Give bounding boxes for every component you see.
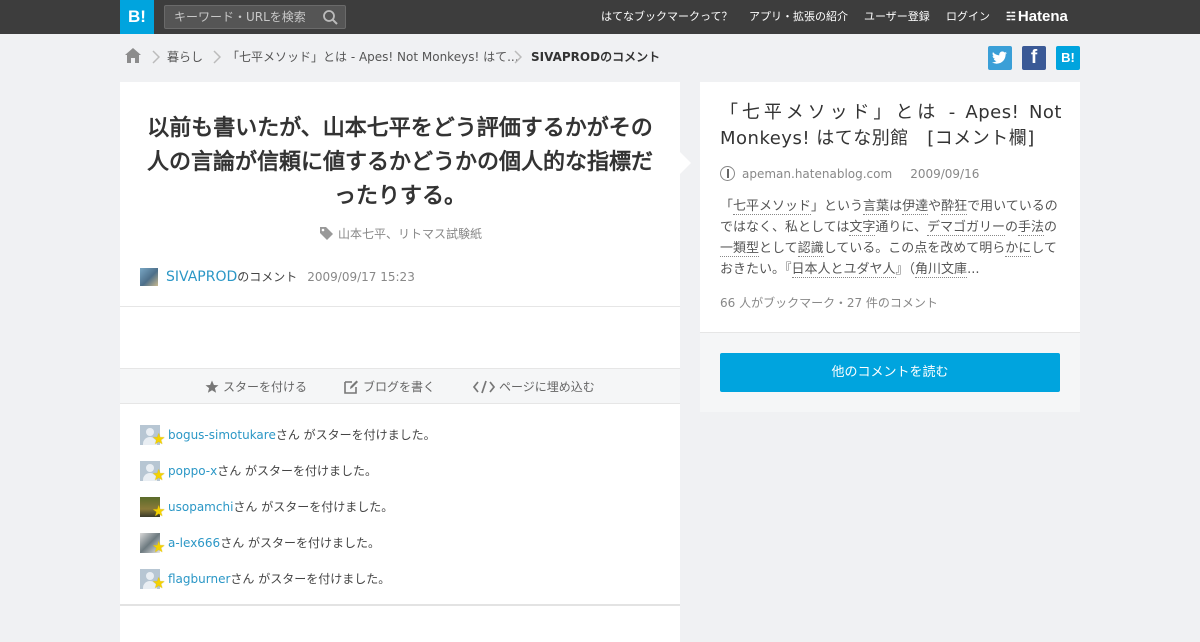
keyword-link[interactable]: デマゴガリー [927,220,1006,236]
chevron-right-icon [152,50,160,64]
facebook-icon: f [1030,47,1038,68]
search-box[interactable] [164,5,346,29]
list-item: ★ bogus-simotukareさん がスターを付けました。 [140,425,660,448]
keyword-link[interactable]: 文字 [849,220,876,236]
entry-domain[interactable]: apeman.hatenablog.com [742,167,892,181]
summary-text: 』（ [895,262,916,277]
comment-text: 以前も書いたが、山本七平をどう評価するかがその人の言論が信頼に値するかどうかの個… [146,116,653,209]
keyword-link[interactable]: 角川文庫 [915,262,968,278]
commenter-suffix: のコメント [237,270,298,284]
entry-counts[interactable]: 66 人がブックマーク・27 件のコメント [720,294,938,312]
comment-date[interactable]: 2009/09/17 15:23 [307,270,415,284]
summary-text: の [1044,220,1058,235]
divider [120,306,680,307]
nav-apps-link[interactable]: アプリ・拡張の紹介 [749,0,848,34]
action-bar: スターを付ける ブログを書く ページに埋め込む [120,368,680,404]
nav-about-link[interactable]: はてなブックマークって？ [601,0,732,34]
star-icon: ★ [152,430,166,448]
entry-summary: 「七平メソッド」という言葉は伊達や酔狂で用いているのではなく、私としては文字通り… [720,196,1062,280]
summary-text: の [1005,220,1019,235]
keyword-link[interactable]: 伊達 [902,199,929,215]
star-icon: ★ [152,538,166,556]
twitter-icon [992,51,1007,64]
add-star-label: スターを付ける [223,380,308,394]
chevron-right-icon [514,50,522,64]
list-item: ★ usopamchiさん がスターを付けました。 [140,497,660,520]
star-user-link[interactable]: bogus-simotukare [168,428,276,442]
list-item: ★ a-lex666さん がスターを付けました。 [140,533,660,556]
card-pointer [680,152,691,174]
divider [120,604,680,606]
summary-text: は [889,199,903,214]
commenter-info: SIVAPRODのコメント 2009/09/17 15:23 [166,267,415,287]
keyword-link[interactable]: 日本人とユダヤ人 [791,262,896,278]
keyword-link[interactable]: かに [1005,241,1032,257]
keyword-link[interactable]: 言葉 [863,199,890,215]
breadcrumb-entry[interactable]: 「七平メソッド」とは - Apes! Not Monkeys! はて... [227,47,519,67]
star-icon: ★ [152,502,166,520]
star-suffix: さん がスターを付けました。 [220,536,381,550]
entry-date: 2009/09/16 [910,167,980,181]
write-blog-button[interactable]: ブログを書く [344,378,435,396]
star-suffix: さん がスターを付けました。 [233,500,394,514]
chevron-right-icon [213,50,221,64]
commenter-name[interactable]: SIVAPROD [166,269,237,285]
write-blog-label: ブログを書く [363,380,436,394]
read-more-comments-button[interactable]: 他のコメントを読む [720,353,1060,392]
star-user-link[interactable]: flagburner [168,572,230,586]
keyword-link[interactable]: 手法 [1018,220,1045,236]
summary-text: している。この点を改めて明ら [823,241,1006,256]
summary-text: 」という [811,199,864,214]
embed-button[interactable]: ページに埋め込む [473,378,595,396]
keyword-link[interactable]: 酔狂 [941,199,968,215]
star-user-link[interactable]: poppo-x [168,464,217,478]
nav-login-link[interactable]: ログイン [946,0,990,34]
hatena-share-button[interactable]: B! [1056,46,1080,70]
hatena-brand[interactable]: ☵ Hatena [1006,0,1068,34]
hatena-mark-icon: ☵ [1006,11,1016,23]
search-input[interactable] [165,6,315,28]
breadcrumb-current: SIVAPRODのコメント [531,50,661,64]
avatar[interactable] [140,268,158,286]
star-suffix: さん がスターを付けました。 [230,572,391,586]
add-star-button[interactable]: スターを付ける [205,378,307,396]
star-icon: ★ [152,574,166,592]
entry-title[interactable]: 「七平メソッド」とは - Apes! Not Monkeys! はてな別館 [コ… [720,100,1062,152]
home-icon[interactable] [124,47,142,64]
embed-label: ページに埋め込む [499,380,595,394]
twitter-share-button[interactable] [988,46,1012,70]
star-icon [205,380,219,393]
tag-icon [319,227,333,240]
summary-text: として [759,241,798,256]
star-suffix: さん がスターを付けました。 [217,464,378,478]
star-user-link[interactable]: usopamchi [168,500,233,514]
code-icon [473,380,495,394]
summary-text: 通りに、 [875,220,927,235]
edit-icon [344,380,358,394]
summary-text: ... [967,262,980,277]
entry-meta: apeman.hatenablog.com 2009/09/16 [742,166,979,182]
facebook-share-button[interactable]: f [1022,46,1046,70]
star-user-link[interactable]: a-lex666 [168,536,220,550]
breadcrumb-category[interactable]: 暮らし [167,47,203,67]
hatena-bookmark-logo[interactable]: B! [120,0,154,34]
tags-text[interactable]: 山本七平、リトマス試験紙 [338,227,482,241]
nav-register-link[interactable]: ユーザー登録 [864,0,930,34]
star-icon: ★ [152,466,166,484]
keyword-link[interactable]: 一類型 [720,241,760,257]
hatena-brand-text: Hatena [1017,8,1068,25]
summary-text: や [928,199,942,214]
search-icon[interactable] [322,9,339,26]
star-suffix: さん がスターを付けました。 [275,428,436,442]
list-item: ★ poppo-xさん がスターを付けました。 [140,461,660,484]
summary-text: 「 [720,199,734,214]
keyword-link[interactable]: 認識 [797,241,824,257]
site-favicon-icon [720,166,735,181]
comment-tags: 山本七平、リトマス試験紙 [120,224,680,244]
keyword-link[interactable]: 七平メソッド [733,199,812,215]
list-item: ★ flagburnerさん がスターを付けました。 [140,569,660,592]
